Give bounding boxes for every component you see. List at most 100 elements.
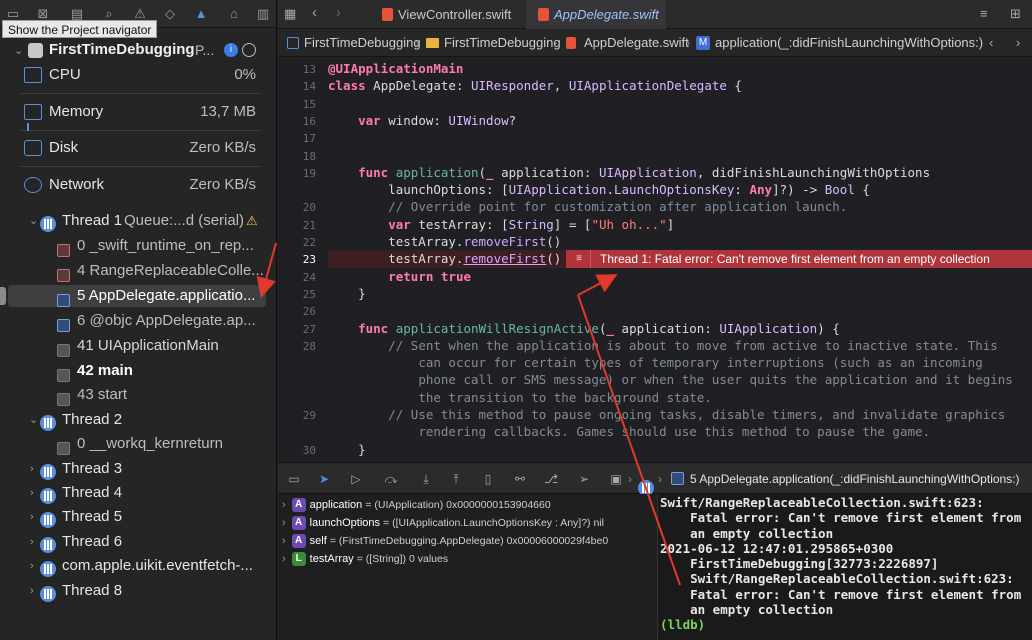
grid-icon[interactable]: ▦ bbox=[284, 6, 296, 22]
report-icon[interactable]: ▥ bbox=[254, 5, 272, 23]
chevron-right-icon[interactable]: › bbox=[282, 517, 286, 529]
breakpoint-icon[interactable]: ⌂ bbox=[225, 5, 243, 23]
stack-frame[interactable]: 41 UIApplicationMain bbox=[0, 335, 276, 357]
line-number[interactable]: 26 bbox=[278, 305, 316, 318]
thread-row[interactable]: › Thread 5 bbox=[0, 506, 276, 529]
line-number[interactable]: 24 bbox=[278, 271, 316, 284]
memory-graph-icon[interactable]: ⚯ bbox=[512, 471, 528, 487]
line-number[interactable]: 20 bbox=[278, 201, 316, 214]
info-icon[interactable]: i bbox=[224, 43, 238, 57]
tab-appdelegate[interactable]: AppDelegate.swift bbox=[526, 0, 666, 29]
variable-row[interactable]: › LtestArray = ([String]) 0 values bbox=[282, 550, 448, 568]
line-number[interactable]: 15 bbox=[278, 98, 316, 111]
source-editor[interactable]: 13 @UIApplicationMain 14 class AppDelegate:… bbox=[278, 57, 1032, 462]
chevron-right-icon[interactable]: › bbox=[30, 482, 34, 504]
chevron-right-icon[interactable]: › bbox=[282, 499, 286, 511]
code-line[interactable]: testArray.removeFirst() bbox=[328, 251, 561, 266]
code-line[interactable]: // Use this method to pause ongoing task… bbox=[328, 407, 1005, 422]
error-banner[interactable]: ≡ Thread 1: Fatal error: Can't remove fi… bbox=[566, 250, 1032, 268]
stack-frame[interactable]: 6 @objc AppDelegate.ap... bbox=[0, 310, 276, 332]
stack-frame-selected[interactable]: 5 AppDelegate.applicatio... bbox=[8, 285, 266, 307]
chevron-right-icon[interactable]: › bbox=[1016, 29, 1020, 57]
step-into-icon[interactable]: ⤓ bbox=[418, 471, 434, 487]
stack-frame[interactable]: 43 start bbox=[0, 384, 276, 406]
code-line[interactable]: class AppDelegate: UIResponder, UIApplic… bbox=[328, 78, 742, 93]
code-line[interactable]: } bbox=[328, 442, 366, 457]
breadcrumb-file[interactable]: AppDelegate.swift bbox=[584, 29, 689, 57]
thread-row[interactable]: › Thread 6 bbox=[0, 531, 276, 554]
instruction-pointer-marker[interactable] bbox=[0, 287, 6, 305]
code-line[interactable]: testArray.removeFirst() bbox=[328, 234, 561, 249]
breakpoints-toggle-icon[interactable]: ➤ bbox=[316, 471, 332, 487]
code-line[interactable]: phone call or SMS message) or when the u… bbox=[328, 372, 1013, 387]
code-line[interactable]: launchOptions: [UIApplication.LaunchOpti… bbox=[328, 182, 870, 197]
chevron-left-icon[interactable]: ‹ bbox=[989, 29, 993, 57]
line-number[interactable]: 25 bbox=[278, 288, 316, 301]
thread-row[interactable]: › Thread 4 bbox=[0, 482, 276, 505]
line-number[interactable]: 28 bbox=[278, 340, 316, 353]
line-number[interactable]: 21 bbox=[278, 219, 316, 232]
code-line[interactable]: // Sent when the application is about to… bbox=[328, 338, 998, 353]
step-out-icon[interactable]: ⤒ bbox=[448, 471, 464, 487]
continue-icon[interactable]: ▷ bbox=[348, 471, 364, 487]
chevron-right-icon[interactable]: › bbox=[30, 555, 34, 577]
code-line[interactable]: @UIApplicationMain bbox=[328, 61, 463, 76]
thread-row-1[interactable]: ⌄ Thread 1 Queue:...d (serial) ⚠ bbox=[0, 210, 276, 233]
debug-icon[interactable]: ▲ bbox=[192, 5, 210, 23]
code-line[interactable]: can occur for certain types of temporary… bbox=[328, 355, 982, 370]
gauge-memory[interactable]: Memory 13,7 MB bbox=[20, 95, 262, 131]
chevron-right-icon[interactable]: › bbox=[30, 531, 34, 553]
line-number[interactable]: 16 bbox=[278, 115, 316, 128]
variable-row[interactable]: › Aself = (FirstTimeDebugging.AppDelegate… bbox=[282, 532, 608, 550]
line-number[interactable]: 29 bbox=[278, 409, 316, 422]
line-number[interactable]: 30 bbox=[278, 444, 316, 457]
line-number[interactable]: 17 bbox=[278, 132, 316, 145]
stack-frame[interactable]: 4 RangeReplaceableColle... bbox=[0, 260, 276, 282]
line-number[interactable]: 23 bbox=[278, 253, 316, 266]
gauge-cpu[interactable]: CPU 0% bbox=[20, 58, 262, 94]
code-line[interactable]: return true bbox=[328, 269, 471, 284]
tab-viewcontroller[interactable]: ViewController.swift bbox=[370, 0, 524, 29]
location-icon[interactable]: ➢ bbox=[576, 471, 592, 487]
debug-breadcrumb[interactable]: 5 AppDelegate.application(_:didFinishLau… bbox=[690, 463, 1020, 495]
code-line[interactable]: var window: UIWindow? bbox=[328, 113, 516, 128]
lldb-prompt[interactable]: (lldb) bbox=[660, 617, 1032, 632]
line-number[interactable]: 18 bbox=[278, 150, 316, 163]
line-number[interactable]: 13 bbox=[278, 63, 316, 76]
variable-row[interactable]: › Aapplication = (UIApplication) 0x000000… bbox=[282, 496, 551, 514]
step-over-icon[interactable]: ⤼ bbox=[383, 471, 399, 487]
test-icon[interactable]: ◇ bbox=[161, 5, 179, 23]
forward-icon[interactable]: › bbox=[336, 4, 341, 21]
line-number[interactable]: 14 bbox=[278, 80, 316, 93]
view-hierarchy-icon[interactable]: ▯ bbox=[480, 471, 496, 487]
environment-icon[interactable]: ⎇ bbox=[543, 471, 559, 487]
hide-debug-area-icon[interactable]: ▭ bbox=[286, 471, 302, 487]
chevron-down-icon[interactable]: ⌄ bbox=[29, 210, 38, 232]
line-number[interactable]: 22 bbox=[278, 236, 316, 249]
variable-row[interactable]: › AlaunchOptions = ([UIApplication.Launch… bbox=[282, 514, 604, 532]
thread-row[interactable]: › Thread 8 bbox=[0, 580, 276, 603]
line-number[interactable]: 19 bbox=[278, 167, 316, 180]
breadcrumb-project[interactable]: FirstTimeDebugging bbox=[304, 29, 421, 57]
stack-frame[interactable]: 42 main bbox=[0, 360, 276, 382]
thread-row[interactable]: › Thread 3 bbox=[0, 458, 276, 481]
split-editor-icon[interactable]: ⊞ bbox=[1010, 6, 1021, 22]
gauge-disk[interactable]: Disk Zero KB/s bbox=[20, 131, 262, 167]
stack-frame[interactable]: 0 _swift_runtime_on_rep... bbox=[0, 235, 276, 257]
chevron-right-icon[interactable]: › bbox=[282, 553, 286, 565]
pause-icon[interactable] bbox=[242, 43, 256, 57]
code-line[interactable]: } bbox=[328, 286, 366, 301]
chevron-right-icon[interactable]: › bbox=[282, 535, 286, 547]
chevron-right-icon[interactable]: › bbox=[30, 506, 34, 528]
console-output[interactable]: Swift/RangeReplaceableCollection.swift:6… bbox=[657, 494, 1032, 640]
thread-row-2[interactable]: ⌄ Thread 2 bbox=[0, 409, 276, 432]
chevron-down-icon[interactable]: ⌄ bbox=[29, 409, 38, 431]
breadcrumb-group[interactable]: FirstTimeDebugging bbox=[444, 29, 561, 57]
thread-row[interactable]: › com.apple.uikit.eventfetch-... bbox=[0, 555, 276, 578]
code-line[interactable]: func application(_ application: UIApplic… bbox=[328, 165, 930, 180]
code-line[interactable]: // Override point for customization afte… bbox=[328, 199, 847, 214]
code-line[interactable]: the transition to the background state. bbox=[328, 390, 712, 405]
breadcrumb-method[interactable]: application(_:didFinishLaunchingWithOpti… bbox=[715, 29, 983, 57]
adjust-editor-icon[interactable]: ≡ bbox=[980, 6, 988, 21]
stack-frame[interactable]: 0 __workq_kernreturn bbox=[0, 433, 276, 455]
